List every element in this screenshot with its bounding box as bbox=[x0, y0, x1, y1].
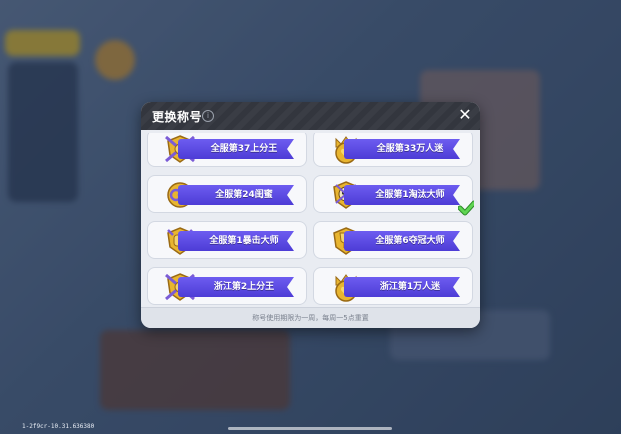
title-label: 全服第33万人迷 bbox=[376, 144, 444, 154]
title-label: 全服第37上分王 bbox=[210, 144, 278, 154]
change-title-dialog: 更换称号 i ✕ 全服第37上分王 全服第33万人迷 全服第24闺蜜 全服第1淘… bbox=[141, 102, 480, 328]
title-card-selected[interactable]: 全服第1淘汰大师 bbox=[313, 175, 474, 216]
title-card[interactable]: 全服第33万人迷 bbox=[313, 133, 473, 167]
title-card[interactable]: 全服第1暴击大师 bbox=[147, 221, 307, 259]
title-label: 浙江第1万人迷 bbox=[379, 282, 441, 292]
info-icon[interactable]: i bbox=[202, 110, 214, 122]
dialog-title: 更换称号 bbox=[152, 110, 203, 124]
selected-check-icon bbox=[458, 200, 474, 216]
title-label: 浙江第2上分王 bbox=[213, 282, 275, 292]
title-label: 全服第6夺冠大师 bbox=[375, 236, 445, 246]
home-indicator-bar[interactable] bbox=[228, 427, 392, 430]
title-card[interactable]: 全服第37上分王 bbox=[147, 133, 307, 167]
close-button[interactable]: ✕ bbox=[457, 107, 473, 123]
title-card[interactable]: 全服第24闺蜜 bbox=[147, 175, 307, 213]
dialog-footer-note: 称号使用期限为一周，每周一5点重置 bbox=[141, 307, 480, 328]
title-label: 全服第1暴击大师 bbox=[209, 236, 279, 246]
title-card[interactable]: 浙江第1万人迷 bbox=[313, 267, 473, 305]
dialog-header: 更换称号 i ✕ bbox=[141, 102, 480, 130]
title-label: 全服第1淘汰大师 bbox=[375, 190, 445, 200]
title-label: 全服第24闺蜜 bbox=[215, 190, 273, 200]
title-card[interactable]: 浙江第2上分王 bbox=[147, 267, 307, 305]
version-label: 1-2f9cr-10.31.636380 bbox=[22, 423, 95, 430]
title-card[interactable]: 1 全服第6夺冠大师 bbox=[313, 221, 473, 259]
title-list[interactable]: 全服第37上分王 全服第33万人迷 全服第24闺蜜 全服第1淘汰大师 全服第1暴… bbox=[147, 133, 474, 305]
